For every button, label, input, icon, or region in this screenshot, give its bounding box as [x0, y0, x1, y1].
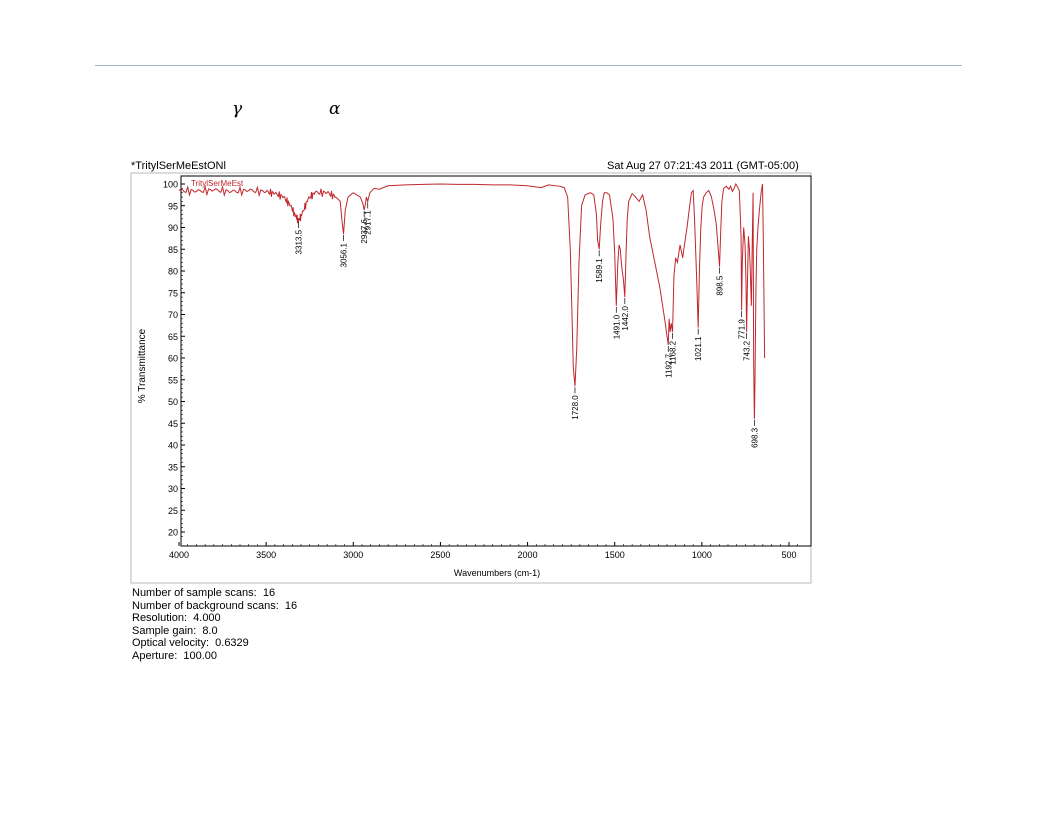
y-tick-label: 55: [168, 375, 178, 385]
peak-label: 3056.1: [340, 242, 349, 267]
y-tick-label: 70: [168, 310, 178, 320]
y-tick-label: 45: [168, 419, 178, 429]
y-tick-label: 75: [168, 288, 178, 298]
y-tick-label: 50: [168, 397, 178, 407]
peak-label: 1442.0: [621, 306, 630, 331]
optical-velocity-line: Optical velocity: 0.6329: [132, 637, 249, 649]
x-tick-label: 2500: [430, 550, 450, 560]
x-tick-label: 2000: [518, 550, 538, 560]
y-tick-label: 90: [168, 223, 178, 233]
y-tick-label: 60: [168, 354, 178, 364]
x-tick-label: 1500: [605, 550, 625, 560]
y-tick-label: 30: [168, 484, 178, 494]
x-tick-label: 4000: [169, 550, 189, 560]
x-tick-label: 3500: [256, 550, 276, 560]
peak-label: 771.9: [738, 319, 747, 340]
x-tick-label: 500: [781, 550, 796, 560]
resolution-line: Resolution: 4.000: [132, 612, 221, 624]
y-tick-label: 25: [168, 506, 178, 516]
sample-scans-line: Number of sample scans: 16: [132, 587, 276, 599]
y-tick-label: 85: [168, 245, 178, 255]
y-axis-label: % Transmittance: [137, 328, 148, 403]
peak-label: 698.3: [750, 427, 759, 448]
peak-label: 898.5: [716, 275, 725, 296]
y-tick-label: 20: [168, 528, 178, 538]
y-tick-label: 65: [168, 332, 178, 342]
ir-spectrum-chart: 100 95 90 85 80 75 70 65 60 55 50 45 40 35 30 25 20 4000…: [130, 172, 812, 584]
peak-label: 2917.1: [364, 210, 373, 235]
y-tick-label: 40: [168, 441, 178, 451]
sample-gain-line: Sample gain: 8.0: [132, 624, 218, 637]
y-tick-label: 100: [163, 180, 178, 190]
background-scans-line: Number of background scans: 16: [132, 599, 298, 612]
peak-label: 1728.0: [571, 395, 580, 420]
x-tick-label: 1000: [692, 550, 712, 560]
peak-label: 1021.1: [694, 336, 703, 361]
peak-label: 1589.1: [595, 258, 604, 283]
peak-label: 1168.2: [669, 340, 678, 364]
x-tick-label: 3000: [343, 550, 363, 560]
aperture-line: Aperture: 100.00: [132, 649, 218, 662]
peak-label: 743.2: [743, 340, 752, 361]
y-tick-label: 35: [168, 462, 178, 472]
series-name: TritylSerMeEst: [191, 179, 244, 188]
y-tick-label: 80: [168, 267, 178, 277]
instrument-info: Number of sample scans: 16 Number of bac…: [132, 587, 297, 662]
y-tick-label: 95: [168, 201, 178, 211]
x-axis-label: Wavenumbers (cm-1): [454, 568, 540, 578]
peak-label: 3313.5: [295, 229, 304, 254]
